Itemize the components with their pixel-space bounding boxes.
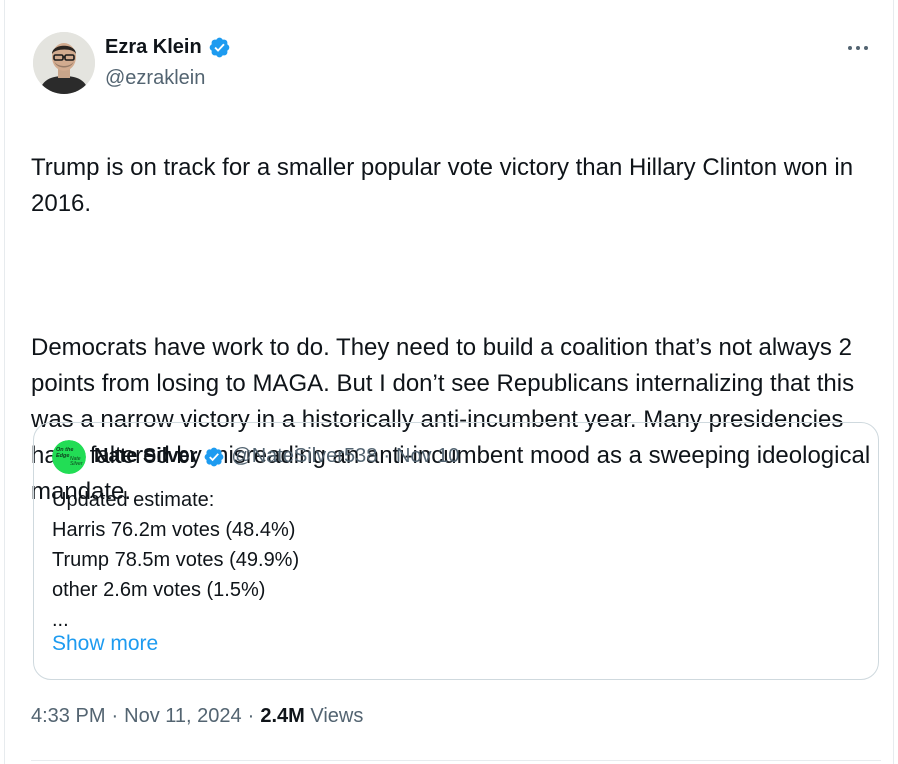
author-name[interactable]: Ezra Klein <box>105 36 231 59</box>
more-options-button[interactable] <box>843 36 873 60</box>
verified-badge-icon <box>209 37 230 58</box>
quoted-line: Trump 78.5m votes (49.9%) <box>52 549 300 571</box>
quoted-author-name[interactable]: Nate Silver <box>94 445 197 468</box>
quoted-line: other 2.6m votes (1.5%) <box>52 579 266 601</box>
quoted-tweet[interactable]: On the Edge Nate Silver Nate Silver @Nat… <box>33 422 879 680</box>
svg-text:Silver: Silver <box>70 461 83 467</box>
quoted-date[interactable]: Nov 10 <box>396 445 459 468</box>
show-more-link[interactable]: Show more <box>52 632 158 656</box>
tweet-meta: 4:33 PM · Nov 11, 2024 · 2.4M Views <box>31 705 363 728</box>
tweet-time[interactable]: 4:33 PM <box>31 705 105 728</box>
separator-dot: · <box>383 445 390 467</box>
quoted-text: Updated estimate: Harris 76.2m votes (48… <box>52 485 299 635</box>
quoted-line: Updated estimate: <box>52 489 215 511</box>
svg-text:Edge: Edge <box>56 453 69 459</box>
author-photo <box>33 32 95 94</box>
views-label: Views <box>310 705 364 727</box>
tweet-card: Ezra Klein @ezraklein Trump is on track … <box>4 0 894 764</box>
more-horizontal-icon <box>848 46 868 50</box>
quoted-header: Nate Silver @NateSilver538 · Nov 10 <box>94 445 459 468</box>
separator-dot: · <box>111 705 119 727</box>
author-name-text[interactable]: Ezra Klein <box>105 36 202 59</box>
quoted-ellipsis: ... <box>52 609 69 631</box>
tweet-paragraph-1: Trump is on track for a smaller popular … <box>31 154 854 217</box>
verified-badge-icon <box>204 447 224 466</box>
separator-dot: · <box>247 705 255 727</box>
divider <box>31 760 881 761</box>
quoted-line: Harris 76.2m votes (48.4%) <box>52 519 296 541</box>
tweet-date[interactable]: Nov 11, 2024 <box>124 705 242 728</box>
author-avatar[interactable] <box>33 32 95 94</box>
quoted-author-handle[interactable]: @NateSilver538 <box>231 445 377 468</box>
views-count: 2.4M <box>260 705 305 727</box>
author-handle[interactable]: @ezraklein <box>105 67 205 90</box>
on-the-edge-logo: On the Edge Nate Silver <box>52 440 86 474</box>
quoted-author-avatar[interactable]: On the Edge Nate Silver <box>52 440 86 474</box>
